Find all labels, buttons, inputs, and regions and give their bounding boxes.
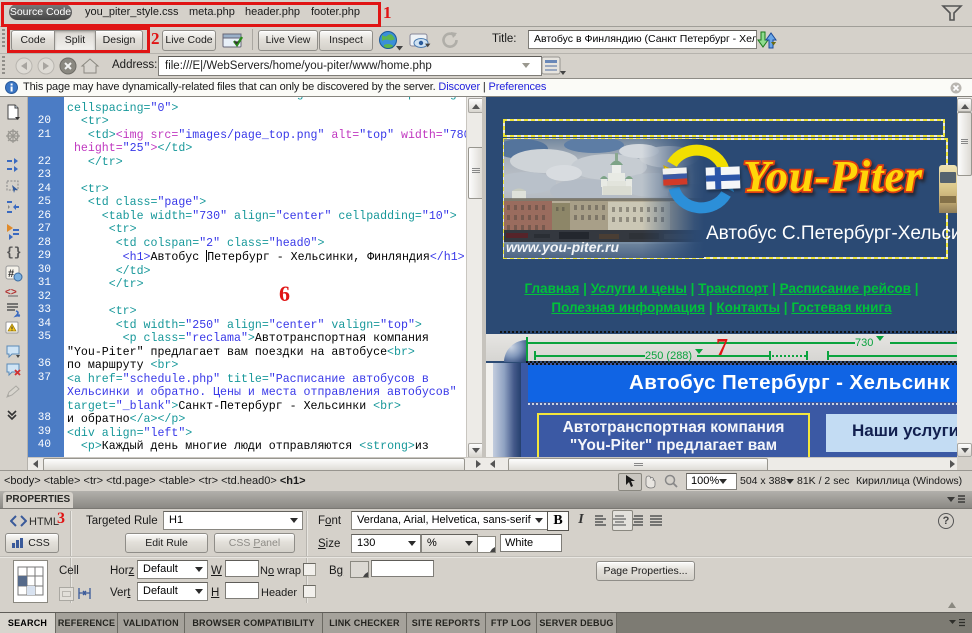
svg-text:{}: {}: [6, 245, 21, 259]
svg-text:#: #: [8, 268, 14, 280]
svg-text:You-Piter: You-Piter: [743, 152, 923, 201]
